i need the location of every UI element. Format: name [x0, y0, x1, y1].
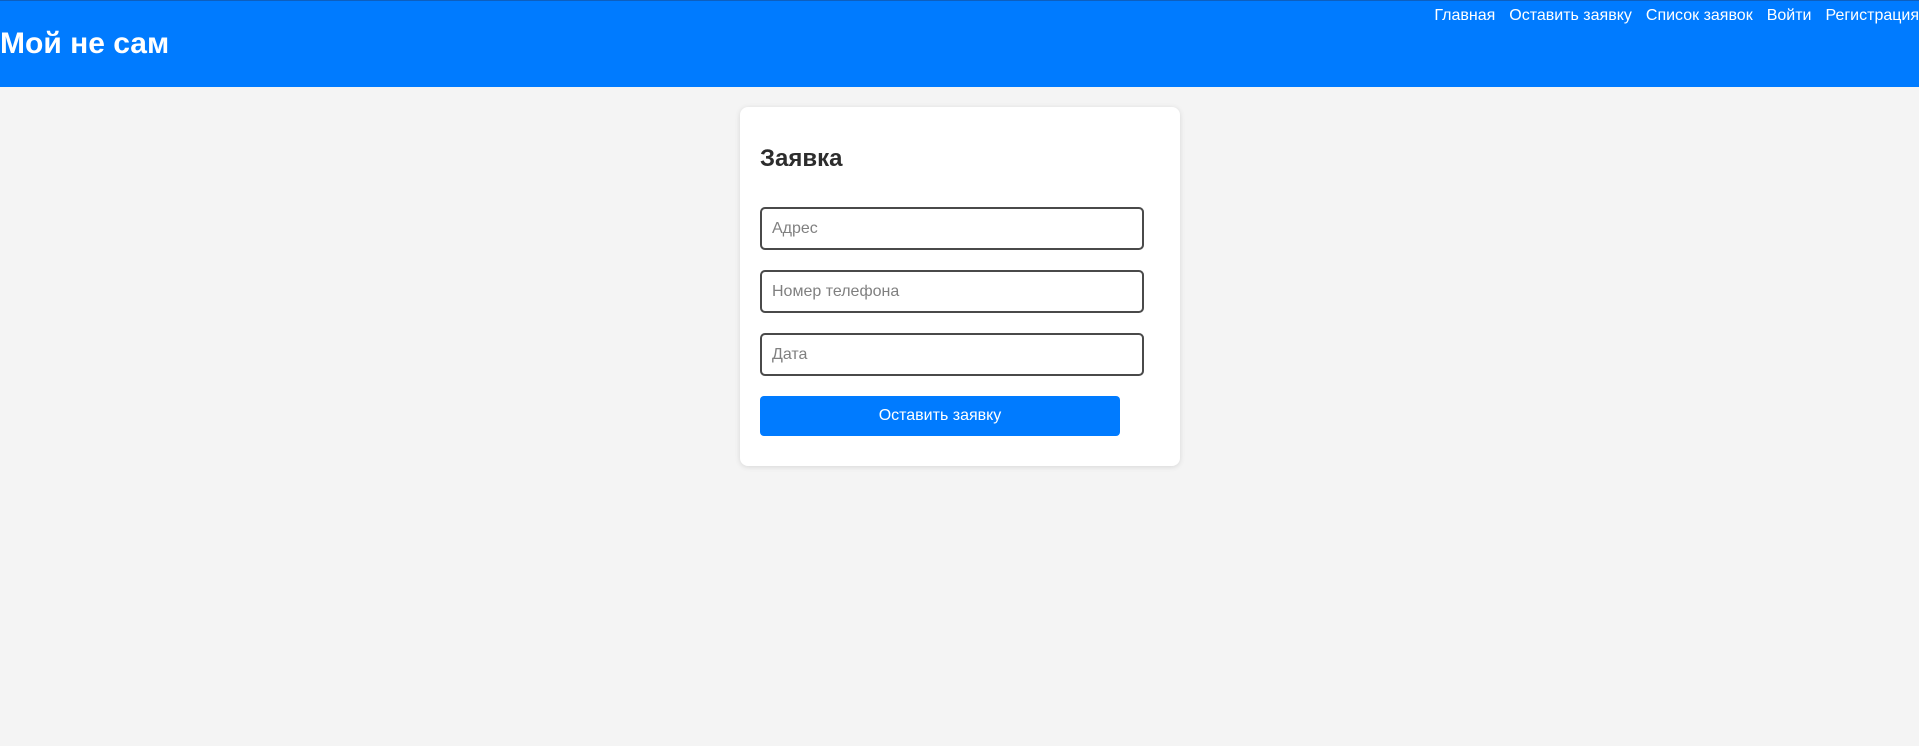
main-navigation: Главная Оставить заявку Список заявок Во…: [1427, 5, 1919, 27]
site-brand[interactable]: Мой не сам: [0, 27, 169, 61]
date-input[interactable]: [760, 333, 1144, 376]
request-form-card: Заявка Оставить заявку: [740, 107, 1180, 466]
phone-input[interactable]: [760, 270, 1144, 313]
nav-link-home[interactable]: Главная: [1427, 5, 1502, 27]
nav-link-request-list[interactable]: Список заявок: [1639, 5, 1760, 27]
nav-link-login[interactable]: Войти: [1760, 5, 1819, 27]
request-form-title: Заявка: [760, 145, 843, 172]
nav-link-create-request[interactable]: Оставить заявку: [1502, 5, 1639, 27]
nav-link-register[interactable]: Регистрация: [1818, 5, 1919, 27]
site-header: Мой не сам Главная Оставить заявку Списо…: [0, 0, 1919, 87]
submit-request-button[interactable]: Оставить заявку: [760, 396, 1120, 436]
address-input[interactable]: [760, 207, 1144, 250]
